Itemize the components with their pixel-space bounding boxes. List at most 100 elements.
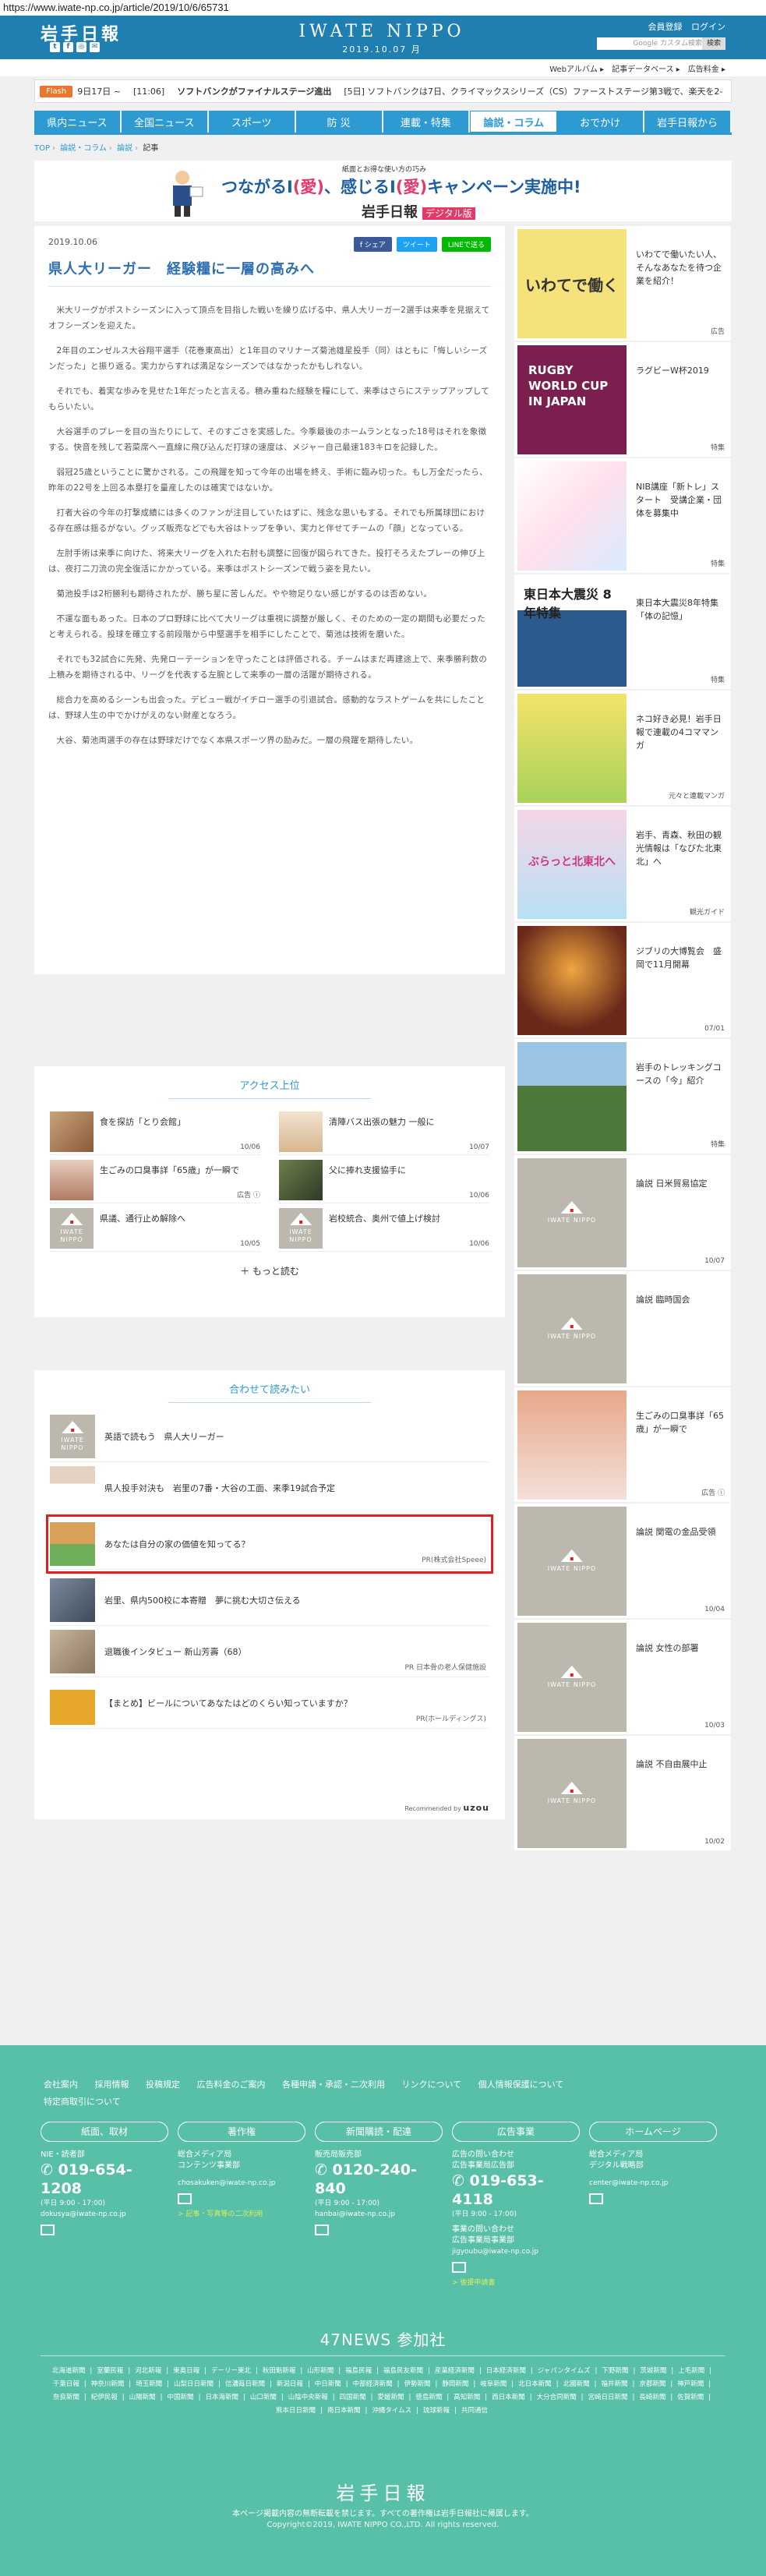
ranking-item[interactable]: 生ごみの口臭事詳「65歳」が一瞬で 広告 ⓘ bbox=[50, 1160, 260, 1203]
paper-link[interactable]: 山形新聞 bbox=[307, 2367, 334, 2375]
breadcrumb-editorial[interactable]: 論説・コラム bbox=[60, 144, 107, 153]
mail-icon[interactable] bbox=[589, 2193, 603, 2204]
sidebar-item[interactable]: IWATE NIPPO 論説 臨時国会 bbox=[514, 1271, 731, 1386]
paper-link[interactable]: 日本経済新聞 bbox=[486, 2367, 526, 2375]
paper-link[interactable]: 日本海新聞 bbox=[205, 2394, 238, 2401]
nav-sports[interactable]: スポーツ bbox=[208, 111, 296, 133]
breadcrumb-top[interactable]: TOP bbox=[34, 144, 50, 153]
brand-name[interactable]: IWATE NIPPO bbox=[296, 22, 468, 41]
paper-link[interactable]: 紀伊民報 bbox=[91, 2394, 118, 2401]
paper-link[interactable]: 山陰中央新報 bbox=[288, 2394, 328, 2401]
campaign-banner[interactable]: 紙面とお得な使い方の巧み つながるI(愛)、感じるI(愛)キャンペーン実施中! … bbox=[34, 161, 732, 221]
paper-link[interactable]: 伊勢新聞 bbox=[404, 2380, 431, 2388]
tweet-button[interactable]: ツイート bbox=[396, 237, 437, 252]
paper-link[interactable]: 愛媛新聞 bbox=[378, 2394, 404, 2401]
paper-link[interactable]: 信濃毎日新聞 bbox=[225, 2380, 265, 2388]
facebook-icon[interactable]: f bbox=[63, 42, 73, 52]
paper-link[interactable]: 神奈川新聞 bbox=[91, 2380, 125, 2388]
nav-editorial[interactable]: 論説・コラム bbox=[470, 111, 558, 133]
paper-link[interactable]: デーリー東北 bbox=[211, 2367, 251, 2375]
related-item[interactable]: 岩里、県内500校に本寄贈 夢に挑む大切さ伝える bbox=[50, 1574, 489, 1626]
paper-link[interactable]: 佐賀新聞 bbox=[677, 2394, 704, 2401]
paper-link[interactable]: 四国新聞 bbox=[340, 2394, 366, 2401]
paper-link[interactable]: 神戸新聞 bbox=[677, 2380, 704, 2388]
footer-email[interactable]: chosakuken@iwate-np.co.jp bbox=[178, 2178, 305, 2189]
ranking-item[interactable]: 食を探訪「とり会館」 10/06 bbox=[50, 1111, 260, 1155]
sidebar-item[interactable]: IWATE NIPPO 論説 女性の部署 10/03 bbox=[514, 1620, 731, 1734]
sidebar-item[interactable]: いわてで働く いわてで働いたい人、そんなあなたを待つ企業を紹介！ 広告 bbox=[514, 226, 731, 341]
paper-link[interactable]: 室蘭民報 bbox=[97, 2367, 123, 2375]
recommend-credit[interactable]: Recommended by uzou bbox=[404, 1803, 489, 1813]
paper-link[interactable]: 徳島新聞 bbox=[415, 2394, 442, 2401]
sidebar-item[interactable]: NIB講座「新トレ」スタート 受講企業・団体を募集中 特集 bbox=[514, 458, 731, 573]
footer-email[interactable]: jigyoubu@iwate-np.co.jp bbox=[452, 2246, 580, 2257]
paper-link[interactable]: 中部経済新聞 bbox=[353, 2380, 393, 2388]
paper-link[interactable]: 産業経済新聞 bbox=[435, 2367, 475, 2375]
paper-link[interactable]: 千葉日報 bbox=[53, 2380, 79, 2388]
paper-link[interactable]: 福井新聞 bbox=[601, 2380, 627, 2388]
paper-link[interactable]: 共同通信 bbox=[461, 2407, 488, 2415]
ranking-item[interactable]: 父に捧れ支援協手に 10/06 bbox=[279, 1160, 489, 1203]
paper-link[interactable]: 埼玉新聞 bbox=[136, 2380, 162, 2388]
flash-item[interactable]: 9日17日 ~ bbox=[77, 85, 121, 97]
footer-link[interactable]: リンクについて bbox=[402, 2080, 462, 2090]
footer-sublink[interactable]: > 記事・写真等の二次利用 bbox=[178, 2209, 305, 2220]
paper-link[interactable]: ジャパンタイムズ bbox=[538, 2367, 591, 2375]
sidebar-item[interactable]: 生ごみの口臭事詳「65歳」が一瞬で 広告 ⓘ bbox=[514, 1387, 731, 1502]
paper-link[interactable]: 静岡新聞 bbox=[442, 2380, 468, 2388]
footer-logo[interactable]: 岩手日報 bbox=[0, 2478, 766, 2505]
instagram-icon[interactable]: ◎ bbox=[76, 42, 86, 52]
paper-link[interactable]: 山梨日日新聞 bbox=[174, 2380, 214, 2388]
paper-link[interactable]: 岐阜新聞 bbox=[480, 2380, 507, 2388]
footer-link[interactable]: 採用情報 bbox=[95, 2080, 129, 2090]
paper-link[interactable]: 沖縄タイムス bbox=[372, 2407, 411, 2415]
subnav-album[interactable]: Webアルバム ▸ bbox=[549, 62, 604, 74]
ad-info-icon[interactable]: ⓘ bbox=[253, 1192, 260, 1200]
nav-national[interactable]: 全国ニュース bbox=[121, 111, 209, 133]
nav-from-nippo[interactable]: 岩手日報から bbox=[644, 111, 732, 133]
mail-icon[interactable] bbox=[452, 2262, 466, 2273]
related-item-highlighted[interactable]: あなたは自分の家の価値を知ってる？ PR(株式会社Speee) bbox=[46, 1514, 493, 1574]
more-button[interactable]: ＋ もっと読む bbox=[34, 1264, 505, 1277]
paper-link[interactable]: 東奥日報 bbox=[173, 2367, 199, 2375]
nav-disaster[interactable]: 防 災 bbox=[295, 111, 383, 133]
subnav-database[interactable]: 記事データベース ▸ bbox=[612, 62, 680, 74]
sidebar-item[interactable]: 東日本大震災 8年特集 東日本大震災8年特集「体の記憶」 特集 bbox=[514, 574, 731, 689]
paper-link[interactable]: 大分合同新聞 bbox=[537, 2394, 577, 2401]
sidebar-item[interactable]: 岩手のトレッキングコースの「今」紹介 特集 bbox=[514, 1039, 731, 1154]
footer-link[interactable]: 広告料金のご案内 bbox=[197, 2080, 266, 2090]
subnav-ad[interactable]: 広告料金 ▸ bbox=[688, 62, 725, 74]
footer-email[interactable]: hanbai@iwate-np.co.jp bbox=[315, 2209, 443, 2220]
facebook-share-button[interactable]: f シェア bbox=[353, 237, 392, 252]
paper-link[interactable]: 新潟日報 bbox=[277, 2380, 303, 2388]
paper-link[interactable]: 北國新聞 bbox=[563, 2380, 590, 2388]
phone-number[interactable]: ✆ 019-654-1208 bbox=[41, 2161, 168, 2198]
paper-link[interactable]: 熊本日日新聞 bbox=[276, 2407, 316, 2415]
sidebar-item[interactable]: RUGBY WORLD CUP IN JAPAN ラグビーW杯2019 特集 bbox=[514, 342, 731, 457]
related-item[interactable]: IWATE NIPPO 英語で読もう 県人大リーガー bbox=[50, 1411, 489, 1462]
sidebar-item[interactable]: ぶらっと北東北へ 岩手、青森、秋田の観光情報は「なびた北東北」へ 観光ガイド bbox=[514, 807, 731, 921]
paper-link[interactable]: 西日本新聞 bbox=[492, 2394, 525, 2401]
related-item[interactable]: 【まとめ】ビールについてあなたはどのくらい知っていますか？ PR(ホールディング… bbox=[50, 1677, 489, 1729]
footer-email[interactable]: dokusya@iwate-np.co.jp bbox=[41, 2209, 168, 2220]
paper-link[interactable]: 秋田魁新報 bbox=[263, 2367, 296, 2375]
mail-icon[interactable] bbox=[178, 2193, 192, 2204]
sidebar-item[interactable]: IWATE NIPPO 論説 日米貿易協定 10/07 bbox=[514, 1155, 731, 1270]
flash-headline[interactable]: ソフトバンクがファイナルステージ進出 bbox=[177, 85, 331, 97]
breadcrumb-ronsetsu[interactable]: 論説 bbox=[117, 144, 132, 153]
paper-link[interactable]: 南日本新聞 bbox=[327, 2407, 361, 2415]
paper-link[interactable]: 中国新聞 bbox=[168, 2394, 194, 2401]
mail-icon[interactable] bbox=[41, 2224, 55, 2235]
paper-link[interactable]: 福島民報 bbox=[345, 2367, 372, 2375]
sidebar-item[interactable]: ジブリの大博覧会 盛岡で11月開幕 07/01 bbox=[514, 923, 731, 1037]
line-share-button[interactable]: LINEで送る bbox=[441, 237, 491, 252]
ranking-item[interactable]: IWATE NIPPO 県議、通行止め解除へ 10/05 bbox=[50, 1208, 260, 1252]
footer-link[interactable]: 会社案内 bbox=[44, 2080, 78, 2090]
footer-sublink[interactable]: > 後援申請書 bbox=[452, 2277, 580, 2288]
footer-link[interactable]: 投稿規定 bbox=[146, 2080, 180, 2090]
ranking-item[interactable]: 清陣バス出張の魅力 一般に 10/07 bbox=[279, 1111, 489, 1155]
footer-link[interactable]: 特定商取引について bbox=[44, 2097, 121, 2107]
paper-link[interactable]: 北日本新聞 bbox=[518, 2380, 552, 2388]
nav-series[interactable]: 連載・特集 bbox=[383, 111, 471, 133]
login-link[interactable]: ログイン bbox=[691, 22, 725, 32]
